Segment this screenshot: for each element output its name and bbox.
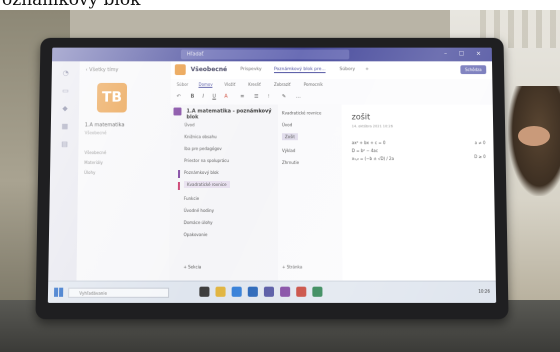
notebook-sections: 1.A matematika - poznámkový blok Úvod Kn… xyxy=(169,104,280,281)
windows-taskbar: Vyhľadávanie 10:26 xyxy=(47,280,497,303)
tab-add[interactable]: + xyxy=(365,67,369,72)
windows-start-icon[interactable] xyxy=(53,287,64,297)
ribbon-tab-view[interactable]: Zobraziť xyxy=(274,82,290,87)
page-item[interactable]: Zhrnutie xyxy=(282,160,299,165)
add-section-button[interactable]: + Sekcia xyxy=(183,264,201,269)
highlight-icon[interactable]: ✎ xyxy=(282,94,286,100)
note-line[interactable]: D = b² − 4ac xyxy=(352,148,378,153)
side-note[interactable]: a ≠ 0 xyxy=(475,140,486,145)
onenote-taskbar-icon[interactable] xyxy=(280,286,291,297)
teams-icon[interactable]: ◆ xyxy=(59,105,71,115)
page-canvas[interactable]: zošit 14. októbra 2021 10:26 ax² + bx + … xyxy=(341,104,496,281)
person-arm xyxy=(518,126,550,146)
notebook-pages: Kvadratické rovnice Úvod Zošit Výklad Zh… xyxy=(277,104,344,281)
teams-search-input[interactable]: Hľadať xyxy=(180,49,350,60)
bold-button[interactable]: B xyxy=(190,94,194,100)
section-color-bar xyxy=(177,170,181,178)
laptop-bezel: Hľadať – ☐ ✕ ◔ ▭ ◆ ▦ ▤ ‹ Všetky tímy TB … xyxy=(35,37,509,320)
channel-item[interactable]: Materiály xyxy=(84,160,103,165)
font-color-button[interactable]: A xyxy=(224,94,227,100)
side-note[interactable]: D ≥ 0 xyxy=(474,154,486,159)
teams-taskbar-icon[interactable] xyxy=(263,286,275,297)
channel-item[interactable]: Všeobecné xyxy=(84,150,106,155)
ribbon-tab-file[interactable]: Súbor xyxy=(177,82,189,87)
channel-title: Všeobecné xyxy=(190,66,228,74)
taskbar-search-input[interactable]: Vyhľadávanie xyxy=(68,287,170,298)
italic-button[interactable]: I xyxy=(202,94,204,100)
teams-titlebar: Hľadať – ☐ ✕ xyxy=(51,47,493,62)
team-avatar: TB xyxy=(96,82,128,113)
page-heading[interactable]: zošit xyxy=(352,112,371,121)
word-icon[interactable] xyxy=(247,286,258,297)
onenote-ribbon: Súbor Domov Vložiť Kresliť Zobraziť Pomo… xyxy=(170,78,493,106)
notebook-title[interactable]: 1.A matematika - poznámkový blok xyxy=(186,109,278,121)
note-line[interactable]: x₁,₂ = (−b ± √D) / 2a xyxy=(352,156,394,161)
section-color-bar xyxy=(177,181,180,190)
meet-button[interactable]: Schôdza xyxy=(460,65,487,75)
ribbon-tab-draw[interactable]: Kresliť xyxy=(248,82,260,87)
align-icon[interactable]: ≡ xyxy=(240,94,244,100)
activity-icon[interactable]: ◔ xyxy=(60,69,72,79)
page-item[interactable]: Kvadratické rovnice xyxy=(282,111,321,116)
note-line[interactable]: ax² + bx + c = 0 xyxy=(352,140,386,145)
page-item-selected[interactable]: Zošit xyxy=(281,133,298,141)
image-caption: oznámkový blok xyxy=(0,0,560,10)
teams-app-bar: ◔ ▭ ◆ ▦ ▤ xyxy=(48,61,80,281)
file-explorer-icon[interactable] xyxy=(215,286,226,297)
section-item-selected[interactable]: Kvadratické rovnice xyxy=(183,180,230,188)
team-subtitle: Všeobecné xyxy=(84,130,107,136)
powerpoint-icon[interactable] xyxy=(296,286,307,297)
add-page-button[interactable]: + Stránka xyxy=(282,264,302,269)
page-date: 14. októbra 2021 10:26 xyxy=(351,124,393,129)
window-controls[interactable]: – ☐ ✕ xyxy=(444,51,486,58)
team-panel: ‹ Všetky tímy TB 1.A matematika Všeobecn… xyxy=(76,61,172,281)
section-item[interactable]: Opakovanie xyxy=(184,232,208,237)
more-icon[interactable]: … xyxy=(296,94,301,100)
tab-posts[interactable]: Príspevky xyxy=(240,67,261,72)
excel-icon[interactable] xyxy=(312,286,323,297)
team-mini-avatar xyxy=(174,64,186,76)
taskbar-clock[interactable]: 10:26 xyxy=(478,289,490,294)
section-item[interactable]: Úvodné hodiny xyxy=(184,208,214,213)
chat-icon[interactable]: ▭ xyxy=(59,87,71,97)
channel-item[interactable]: Úlohy xyxy=(84,170,95,175)
laptop-screen: Hľadať – ☐ ✕ ◔ ▭ ◆ ▦ ▤ ‹ Všetky tímy TB … xyxy=(47,47,497,303)
section-item[interactable]: Iba pre pedagógov xyxy=(184,146,222,151)
list-icon[interactable]: ☰ xyxy=(254,94,258,100)
page-item[interactable]: Výklad xyxy=(282,148,295,153)
section-item[interactable]: Priestor na spoluprácu xyxy=(184,158,229,163)
section-item[interactable]: Domáce úlohy xyxy=(184,220,213,225)
ribbon-tab-insert[interactable]: Vložiť xyxy=(224,82,235,87)
onenote-icon xyxy=(173,107,182,116)
section-item[interactable]: Poznámkový blok xyxy=(184,170,219,175)
numbered-list-icon[interactable]: ⁝ xyxy=(268,94,270,100)
calendar-icon[interactable]: ▦ xyxy=(59,122,71,132)
files-icon[interactable]: ▤ xyxy=(58,140,70,150)
section-item[interactable]: Úvod xyxy=(184,122,194,127)
edge-icon[interactable] xyxy=(231,286,242,297)
underline-button[interactable]: U xyxy=(212,94,216,100)
section-item[interactable]: Funkcie xyxy=(184,196,199,201)
page-item[interactable]: Úvod xyxy=(282,122,292,127)
team-name[interactable]: 1.A matematika xyxy=(85,122,125,128)
ribbon-tab-home[interactable]: Domov xyxy=(198,81,213,88)
channel-header: Všeobecné Príspevky Poznámkový blok pre.… xyxy=(170,61,493,80)
section-item[interactable]: Knižnica obsahu xyxy=(184,134,216,139)
tab-notebook[interactable]: Poznámkový blok pre... xyxy=(273,67,326,74)
task-view-icon[interactable] xyxy=(199,286,210,297)
all-teams-link[interactable]: ‹ Všetky tímy xyxy=(86,67,119,73)
tab-files[interactable]: Súbory xyxy=(339,67,355,72)
undo-icon[interactable]: ↶ xyxy=(177,94,181,100)
ribbon-tab-help[interactable]: Pomocník xyxy=(304,82,323,87)
